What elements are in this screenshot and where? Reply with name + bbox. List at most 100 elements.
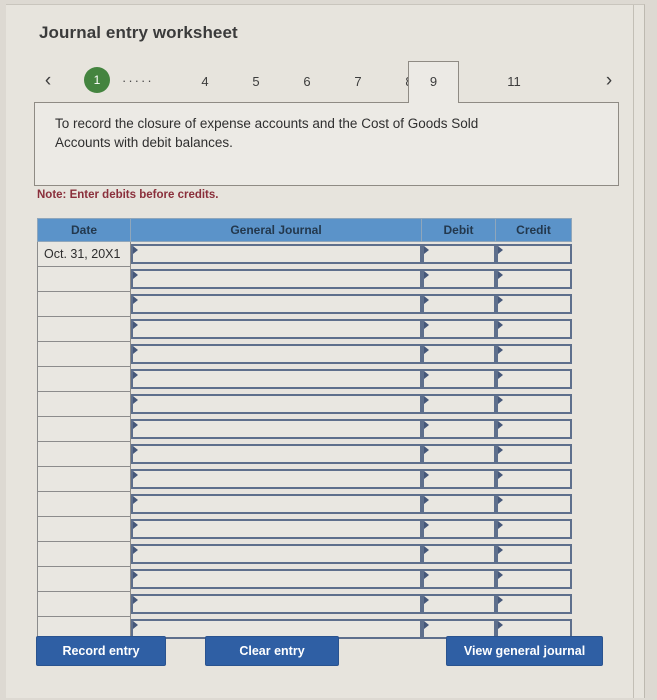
cell-debit-input[interactable] [421,294,496,314]
cell-debit-input[interactable] [421,594,496,614]
cell-credit-input[interactable] [495,394,572,414]
tab-5[interactable]: 5 [241,69,271,95]
cell-debit[interactable] [421,316,496,342]
cell-debit-input[interactable] [421,319,496,339]
cell-debit-input[interactable] [421,544,496,564]
cell-debit-input[interactable] [421,344,496,364]
cell-credit[interactable] [495,416,572,442]
cell-credit[interactable] [495,366,572,392]
cell-credit-input[interactable] [495,544,572,564]
cell-debit[interactable] [421,491,496,517]
tab-4[interactable]: 4 [190,69,220,95]
cell-debit-input[interactable] [421,569,496,589]
cell-debit[interactable] [421,266,496,292]
cell-debit-input[interactable] [421,369,496,389]
clear-entry-button[interactable]: Clear entry [205,636,339,666]
cell-credit-input[interactable] [495,444,572,464]
cell-credit[interactable] [495,316,572,342]
cell-general-journal[interactable] [130,241,422,267]
cell-debit[interactable] [421,591,496,617]
cell-debit-input[interactable] [421,419,496,439]
cell-general-journal-input[interactable] [131,319,422,339]
cell-general-journal-input[interactable] [131,294,422,314]
tab-11[interactable]: 11 [499,69,529,95]
cell-general-journal[interactable] [130,416,422,442]
tab-7[interactable]: 7 [343,69,373,95]
cell-credit-input[interactable] [495,569,572,589]
cell-debit[interactable] [421,516,496,542]
cell-debit-input[interactable] [421,444,496,464]
cell-credit[interactable] [495,266,572,292]
cell-debit-input[interactable] [421,244,496,265]
cell-credit[interactable] [495,391,572,417]
chevron-left-icon[interactable]: ‹ [38,69,58,93]
cell-credit[interactable] [495,291,572,317]
cell-general-journal[interactable] [130,266,422,292]
cell-general-journal[interactable] [130,466,422,492]
cell-credit-input[interactable] [495,319,572,339]
cell-general-journal-input[interactable] [131,344,422,364]
cell-credit[interactable] [495,341,572,367]
cell-credit-input[interactable] [495,344,572,364]
cell-general-journal-input[interactable] [131,394,422,414]
cell-debit[interactable] [421,466,496,492]
cell-general-journal[interactable] [130,366,422,392]
cell-debit[interactable] [421,416,496,442]
cell-general-journal-input[interactable] [131,544,422,564]
cell-general-journal[interactable] [130,341,422,367]
tab-6[interactable]: 6 [292,69,322,95]
cell-general-journal[interactable] [130,441,422,467]
cell-general-journal[interactable] [130,491,422,517]
cell-debit-input[interactable] [421,394,496,414]
cell-credit[interactable] [495,466,572,492]
cell-credit[interactable] [495,491,572,517]
cell-debit-input[interactable] [421,519,496,539]
cell-general-journal-input[interactable] [131,494,422,514]
cell-debit[interactable] [421,341,496,367]
cell-general-journal-input[interactable] [131,419,422,439]
cell-credit-input[interactable] [495,469,572,489]
cell-general-journal-input[interactable] [131,244,422,265]
cell-general-journal-input[interactable] [131,369,422,389]
cell-credit[interactable] [495,516,572,542]
cell-debit-input[interactable] [421,469,496,489]
cell-general-journal-input[interactable] [131,519,422,539]
cell-debit[interactable] [421,366,496,392]
cell-general-journal[interactable] [130,291,422,317]
cell-debit[interactable] [421,291,496,317]
cell-credit-input[interactable] [495,594,572,614]
cell-general-journal[interactable] [130,516,422,542]
cell-general-journal-input[interactable] [131,444,422,464]
cell-credit-input[interactable] [495,369,572,389]
cell-general-journal[interactable] [130,391,422,417]
cell-debit-input[interactable] [421,269,496,289]
cell-general-journal-input[interactable] [131,594,422,614]
cell-general-journal[interactable] [130,591,422,617]
cell-debit[interactable] [421,566,496,592]
cell-credit[interactable] [495,541,572,567]
cell-credit-input[interactable] [495,519,572,539]
cell-credit-input[interactable] [495,244,572,265]
cell-credit[interactable] [495,441,572,467]
view-general-journal-button[interactable]: View general journal [446,636,603,666]
cell-credit-input[interactable] [495,419,572,439]
cell-credit[interactable] [495,566,572,592]
cell-debit[interactable] [421,541,496,567]
record-entry-button[interactable]: Record entry [36,636,166,666]
cell-debit-input[interactable] [421,494,496,514]
cell-debit[interactable] [421,241,496,267]
cell-general-journal-input[interactable] [131,569,422,589]
cell-general-journal-input[interactable] [131,269,422,289]
cell-credit[interactable] [495,241,572,267]
cell-general-journal[interactable] [130,566,422,592]
cell-debit[interactable] [421,441,496,467]
cell-general-journal-input[interactable] [131,469,422,489]
cell-credit-input[interactable] [495,294,572,314]
tab-current-badge[interactable]: 1 [84,67,110,93]
cell-credit-input[interactable] [495,494,572,514]
cell-general-journal[interactable] [130,316,422,342]
cell-credit-input[interactable] [495,269,572,289]
cell-debit[interactable] [421,391,496,417]
chevron-right-icon[interactable]: › [599,69,619,93]
cell-general-journal[interactable] [130,541,422,567]
